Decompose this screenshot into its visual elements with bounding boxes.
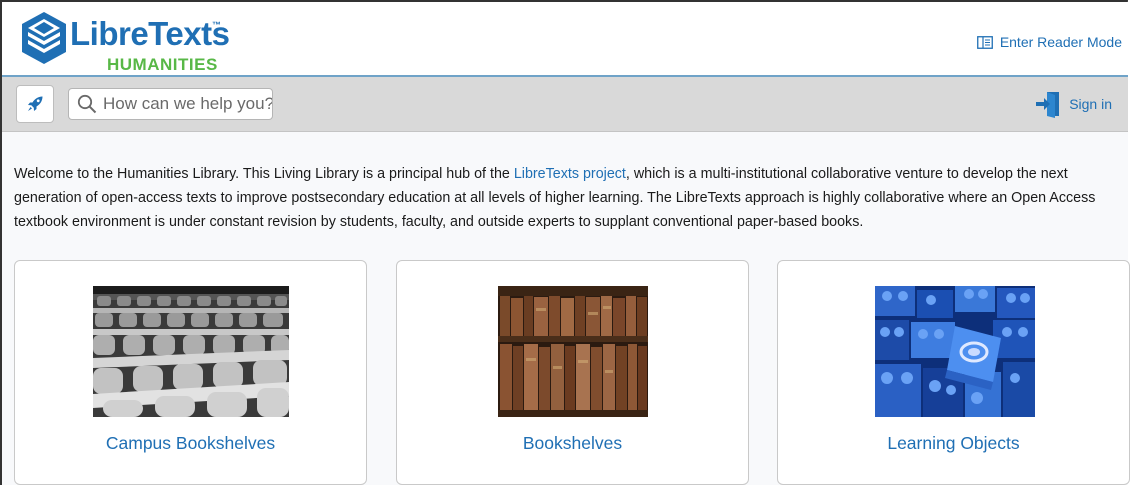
- card-bookshelves[interactable]: Bookshelves: [396, 260, 749, 485]
- lecture-hall-seats-image: [93, 286, 289, 417]
- intro-text-start: Welcome to the Humanities Library. This …: [14, 166, 514, 182]
- toolbar: Sign in: [2, 77, 1128, 132]
- intro-paragraph: Welcome to the Humanities Library. This …: [14, 162, 1119, 234]
- site-header: LibreTexts ™ HUMANITIES Enter Reader Mod…: [2, 2, 1128, 77]
- antique-books-image: [498, 286, 648, 417]
- rocket-icon: [28, 96, 43, 111]
- sign-in-label: Sign in: [1069, 96, 1112, 112]
- logo-wordmark: LibreTexts: [70, 15, 230, 52]
- search-icon: [77, 94, 97, 114]
- card-label: Bookshelves: [522, 433, 623, 453]
- sign-in-icon: [1036, 92, 1060, 118]
- rocket-button[interactable]: [16, 85, 54, 123]
- logo-trademark: ™: [212, 20, 221, 30]
- reader-mode-label: Enter Reader Mode: [999, 34, 1122, 50]
- reader-mode-icon: [976, 35, 993, 49]
- search-box[interactable]: [68, 88, 273, 120]
- search-input[interactable]: [103, 94, 272, 114]
- logo-subtitle: HUMANITIES: [107, 55, 218, 74]
- card-label: Learning Objects: [887, 433, 1020, 453]
- card-campus-bookshelves[interactable]: Campus Bookshelves: [14, 260, 367, 485]
- blue-lego-bricks-image: [875, 286, 1035, 417]
- card-learning-objects[interactable]: Learning Objects: [777, 260, 1130, 485]
- libretexts-project-link[interactable]: LibreTexts project: [514, 166, 626, 182]
- sign-in-button[interactable]: Sign in: [1035, 90, 1112, 118]
- card-label: Campus Bookshelves: [105, 433, 276, 453]
- main-content: Welcome to the Humanities Library. This …: [2, 132, 1130, 485]
- logo-hexagon-icon: [22, 12, 66, 64]
- reader-mode-button[interactable]: Enter Reader Mode: [976, 34, 1122, 50]
- libretexts-logo[interactable]: LibreTexts ™ HUMANITIES: [20, 10, 230, 74]
